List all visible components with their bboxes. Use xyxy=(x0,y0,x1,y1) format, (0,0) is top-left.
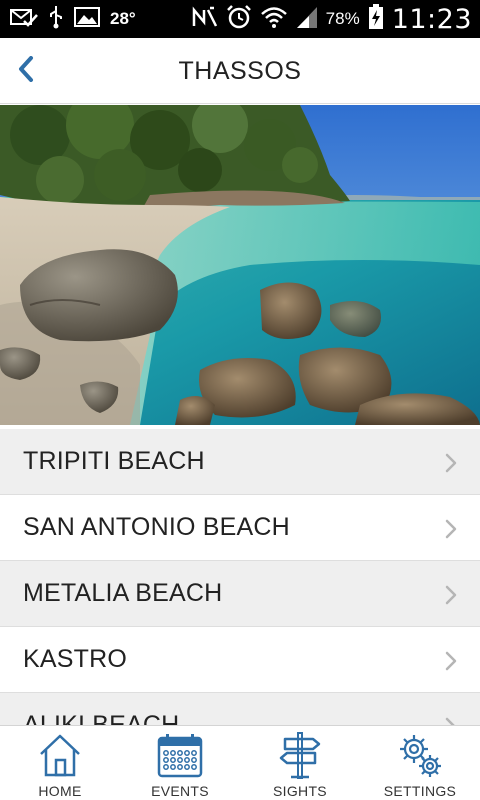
list-item-label: METALIA BEACH xyxy=(23,579,223,607)
home-icon xyxy=(37,731,83,779)
chevron-right-icon xyxy=(444,651,458,671)
chevron-right-icon xyxy=(444,453,458,473)
place-list: TRIPITI BEACH SAN ANTONIO BEACH METALIA … xyxy=(0,429,480,725)
clock-time: 11:23 xyxy=(391,3,472,35)
chevron-right-icon xyxy=(444,717,458,725)
hero-beach-photo xyxy=(0,105,480,425)
usb-icon xyxy=(48,5,64,34)
chevron-right-icon xyxy=(444,519,458,539)
message-check-icon xyxy=(10,7,38,32)
nav-events[interactable]: EVENTS xyxy=(120,726,240,800)
wifi-icon xyxy=(260,5,288,34)
nav-sights[interactable]: SIGHTS xyxy=(240,726,360,800)
chevron-left-icon xyxy=(18,55,34,87)
gallery-icon xyxy=(74,6,100,32)
nav-label: EVENTS xyxy=(151,783,209,799)
list-item-label: ALIKI BEACH xyxy=(23,711,180,725)
back-button[interactable] xyxy=(6,50,46,92)
calendar-icon xyxy=(156,731,204,779)
nav-settings[interactable]: SETTINGS xyxy=(360,726,480,800)
status-bar: 28° 78% 11:23 xyxy=(0,0,480,38)
nav-label: HOME xyxy=(38,783,82,799)
list-item[interactable]: SAN ANTONIO BEACH xyxy=(0,495,480,561)
nav-home[interactable]: HOME xyxy=(0,726,120,800)
temperature-text: 28° xyxy=(110,9,136,28)
signpost-icon xyxy=(277,731,323,779)
list-item[interactable]: METALIA BEACH xyxy=(0,561,480,627)
list-item-label: KASTRO xyxy=(23,645,127,673)
nav-label: SETTINGS xyxy=(383,783,457,799)
list-item[interactable]: KASTRO xyxy=(0,627,480,693)
list-item-label: SAN ANTONIO BEACH xyxy=(23,513,290,541)
bottom-navigation: HOME EVENTS SIGHTS SETTINGS xyxy=(0,725,480,800)
app-header: THASSOS xyxy=(0,38,480,104)
signal-icon xyxy=(296,5,318,34)
nav-label: SIGHTS xyxy=(273,783,327,799)
battery-percent: 78% xyxy=(325,9,360,28)
nfc-icon xyxy=(192,6,218,33)
chevron-right-icon xyxy=(444,585,458,605)
list-item-label: TRIPITI BEACH xyxy=(23,447,205,475)
gears-icon xyxy=(396,731,444,779)
alarm-icon xyxy=(226,4,252,35)
page-title: THASSOS xyxy=(178,57,302,85)
list-item[interactable]: ALIKI BEACH xyxy=(0,693,480,725)
battery-charging-icon xyxy=(368,3,384,35)
list-item[interactable]: TRIPITI BEACH xyxy=(0,429,480,495)
